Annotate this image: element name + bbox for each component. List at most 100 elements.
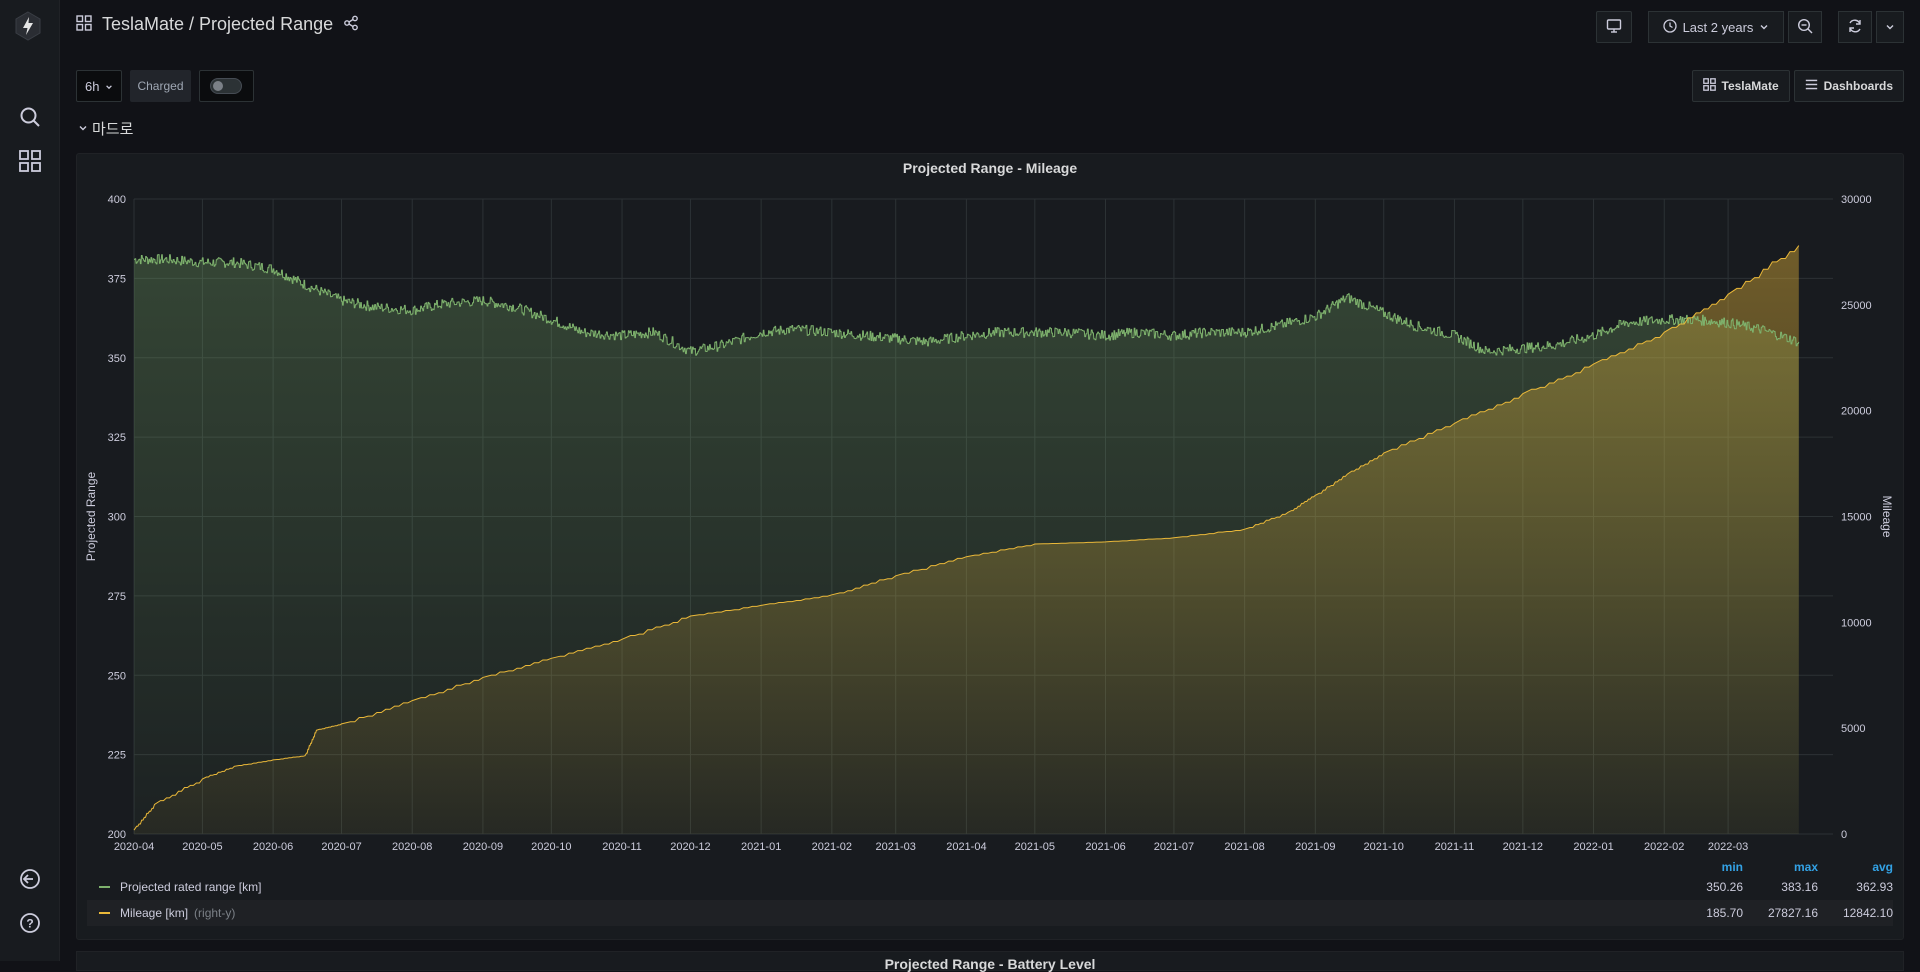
x-tick-label: 2021-06 [1085,841,1125,853]
legend-row-range[interactable]: Projected rated range [km] 350.26 383.16… [87,874,1893,900]
x-tick-label: 2022-02 [1644,841,1684,853]
x-tick-label: 2021-09 [1295,841,1335,853]
row-header[interactable]: 마드로 [78,118,133,139]
x-tick-label: 2021-10 [1364,841,1404,853]
graph-panel: Projected Range - Mileage 400 375 350 325 30… [76,153,1904,940]
chevron-down-icon [105,79,113,94]
x-tick-label: 2021-12 [1503,841,1543,853]
x-tick-label: 2021-02 [812,841,852,853]
legend-series-name[interactable]: Projected rated range [km] [120,880,261,894]
y-tick-label: 225 [108,750,126,762]
x-tick-label: 2020-11 [602,841,642,853]
cycle-view-mode-button[interactable] [1596,11,1632,43]
y2-axis-label: Mileage [1880,495,1894,537]
legend-values: 350.26 383.16 362.93 [1668,880,1893,894]
help-icon[interactable]: ? [18,911,42,935]
search-icon[interactable] [18,105,42,129]
row-title: 마드로 [92,121,134,138]
legend-max-value: 383.16 [1781,880,1818,894]
legend-series-color[interactable] [99,886,110,888]
y-tick-label: 200 [108,829,126,841]
legend-values: 185.70 27827.16 12842.10 [1668,906,1893,920]
side-menu: ? [0,0,60,961]
y-tick-label: 375 [108,273,126,285]
legend-min-value: 350.26 [1706,880,1743,894]
y2-tick-label: 15000 [1841,512,1872,524]
x-tick-label: 2021-05 [1015,841,1055,853]
legend-row-mileage[interactable]: Mileage [km] (right-y) 185.70 27827.16 1… [87,900,1893,926]
y-tick-label: 400 [108,194,126,206]
x-tick-label: 2020-07 [321,841,361,853]
bars-icon [1805,78,1818,94]
y-tick-label: 350 [108,353,126,365]
dashboard-grid-icon [1702,78,1716,94]
dashboards-link[interactable]: Dashboards [1793,70,1904,102]
top-navbar: TeslaMate / Projected Range Last 2 years [60,0,1920,54]
x-tick-label: 2021-07 [1154,841,1194,853]
svg-text:?: ? [26,917,33,931]
y2-tick-label: 5000 [1841,723,1865,735]
dashboard-title-area: TeslaMate / Projected Range [76,14,359,35]
chevron-down-icon [78,120,88,137]
refresh-icon [1847,18,1863,37]
legend-series-name[interactable]: Mileage [km] [120,906,188,920]
y2-tick-label: 20000 [1841,406,1872,418]
next-panel-title[interactable]: Projected Range - Battery Level [77,956,1903,972]
teslamate-link-label: TeslaMate [1721,79,1779,93]
dashboard-links: TeslaMate Dashboards [1691,70,1904,102]
x-tick-label: 2020-09 [463,841,503,853]
y-tick-label: 300 [108,512,126,524]
page-title[interactable]: TeslaMate / Projected Range [102,14,333,35]
x-tick-label: 2021-11 [1435,841,1475,853]
x-tick-label: 2021-03 [876,841,916,853]
y2-tick-label: 0 [1841,829,1847,841]
sign-in-icon[interactable] [18,867,42,891]
legend-max-value: 27827.16 [1767,906,1818,920]
charged-label: Charged [130,70,191,102]
charged-toggle[interactable] [198,70,254,102]
chevron-down-icon [1759,20,1769,35]
y2-tick-label: 25000 [1841,300,1872,312]
x-tick-label: 2020-12 [670,841,710,853]
toggle-switch[interactable] [210,78,242,94]
variables-bar: 6h Charged [76,70,254,102]
x-tick-label: 2020-08 [392,841,432,853]
dashboard-grid-icon [76,15,92,34]
y-tick-label: 250 [108,670,126,682]
legend-max-header[interactable]: max [1743,860,1818,874]
interval-value: 6h [85,78,100,94]
share-icon[interactable] [343,15,359,34]
refresh-button[interactable] [1838,11,1872,43]
toolbar: Last 2 years [1596,11,1904,43]
time-range-picker[interactable]: Last 2 years [1648,11,1784,43]
clock-icon [1662,18,1677,36]
time-range-label: Last 2 years [1682,19,1754,35]
chevron-down-icon [1885,20,1895,35]
legend-avg-header[interactable]: avg [1818,860,1893,874]
x-tick-label: 2022-03 [1708,841,1748,853]
x-tick-label: 2021-01 [741,841,781,853]
legend-series-color[interactable] [99,912,110,914]
dashboards-icon[interactable] [18,149,42,173]
y2-tick-label: 30000 [1841,194,1872,206]
monitor-icon [1606,18,1622,37]
interval-select[interactable]: 6h [76,70,123,102]
projected-range-mileage-chart: 400 375 350 325 300 275 250 225 200 30000 25000 20… [84,194,1894,853]
legend-avg-value: 362.93 [1856,880,1893,894]
zoom-out-button[interactable] [1788,11,1822,43]
dashboards-link-label: Dashboards [1823,79,1893,93]
y-tick-label: 325 [108,432,126,444]
legend-header: min max avg [1668,860,1893,874]
legend-min-value: 185.70 [1706,906,1743,920]
x-tick-label: 2020-05 [182,841,222,853]
legend-min-header[interactable]: min [1668,860,1743,874]
zoom-out-icon [1797,18,1813,37]
teslamate-link[interactable]: TeslaMate [1691,70,1790,102]
refresh-interval-picker[interactable] [1876,11,1904,43]
x-tick-label: 2022-01 [1573,841,1613,853]
x-tick-label: 2020-04 [114,841,154,853]
x-tick-label: 2021-08 [1224,841,1264,853]
grafana-logo-icon[interactable] [12,10,44,42]
y-axis-label: Projected Range [84,471,98,561]
legend-series-axis: (right-y) [194,906,236,920]
